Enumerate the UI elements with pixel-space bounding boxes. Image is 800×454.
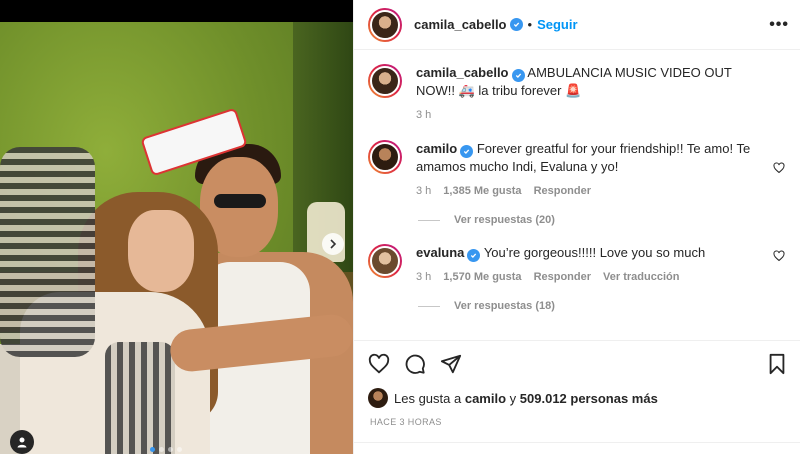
carousel-next-button[interactable] xyxy=(322,233,344,255)
comment-icon[interactable] xyxy=(404,353,426,375)
avatar[interactable] xyxy=(368,64,402,98)
liker-avatar[interactable] xyxy=(368,388,388,408)
carousel-dot xyxy=(159,447,164,452)
comments-list[interactable]: camila_cabello AMBULANCIA MUSIC VIDEO OU… xyxy=(354,50,800,338)
likes-conj: y xyxy=(509,390,517,406)
caption-time[interactable]: 3 h xyxy=(416,106,431,124)
caption-username[interactable]: camila_cabello xyxy=(416,65,509,80)
comment-text: You’re gorgeous!!!!! Love you so much xyxy=(483,245,706,260)
dot-separator: • xyxy=(527,17,533,32)
author-username[interactable]: camila_cabello xyxy=(414,17,507,32)
avatar[interactable] xyxy=(368,244,402,278)
share-icon[interactable] xyxy=(440,353,462,375)
comment-time[interactable]: 3 h xyxy=(416,182,431,200)
author-avatar[interactable] xyxy=(368,7,402,42)
post-media[interactable] xyxy=(0,0,353,454)
add-comment-area[interactable] xyxy=(354,442,800,454)
comment-username[interactable]: camilo xyxy=(416,141,457,156)
comment-likes[interactable]: 1,385 Me gusta xyxy=(443,182,521,200)
user-tag-button[interactable] xyxy=(10,430,34,454)
comment-time[interactable]: 3 h xyxy=(416,268,431,286)
media-top-bar xyxy=(0,0,353,22)
carousel-dot xyxy=(168,447,173,452)
view-replies-button[interactable]: Ver respuestas (20) xyxy=(418,214,787,226)
likes-count[interactable]: 509.012 personas más xyxy=(520,391,658,406)
likes-prefix: Les gusta a xyxy=(394,390,462,406)
post-sidebar: camila_cabello • Seguir ••• camila_cabel… xyxy=(353,0,800,454)
heart-icon[interactable] xyxy=(773,250,785,262)
chevron-right-icon xyxy=(330,239,337,249)
bookmark-icon[interactable] xyxy=(767,353,787,375)
heart-icon[interactable] xyxy=(368,353,390,375)
follow-button[interactable]: Seguir xyxy=(537,17,577,32)
likes-summary: Les gusta a camilo y 509.012 personas má… xyxy=(368,388,658,408)
verified-icon xyxy=(460,145,474,158)
reply-button[interactable]: Responder xyxy=(534,182,591,200)
user-tag-icon xyxy=(17,437,27,448)
post-actions xyxy=(354,340,800,386)
reply-button[interactable]: Responder xyxy=(534,268,591,286)
more-icon[interactable]: ••• xyxy=(769,16,789,34)
post-header: camila_cabello • Seguir ••• xyxy=(354,0,800,50)
view-replies-label: Ver respuestas (20) xyxy=(454,214,555,226)
post-photo[interactable] xyxy=(0,22,353,454)
heart-icon[interactable] xyxy=(773,162,785,174)
post-time[interactable]: HACE 3 HORAS xyxy=(370,417,442,427)
comment-username[interactable]: evaluna xyxy=(416,245,464,260)
translate-button[interactable]: Ver traducción xyxy=(603,268,679,286)
view-replies-button[interactable]: Ver respuestas (18) xyxy=(418,300,787,312)
carousel-dot xyxy=(150,447,155,452)
liker-username[interactable]: camilo xyxy=(465,391,506,406)
comment: evaluna You’re gorgeous!!!!! Love you so… xyxy=(368,244,787,286)
view-replies-label: Ver respuestas (18) xyxy=(454,300,555,312)
comment: camilo Forever greatful for your friends… xyxy=(368,140,787,200)
verified-icon xyxy=(511,69,525,82)
avatar[interactable] xyxy=(368,140,402,174)
verified-icon xyxy=(467,249,481,262)
carousel-indicator xyxy=(150,447,182,452)
carousel-dot xyxy=(177,447,182,452)
comment-likes[interactable]: 1,570 Me gusta xyxy=(443,268,521,286)
verified-icon xyxy=(509,18,523,31)
caption: camila_cabello AMBULANCIA MUSIC VIDEO OU… xyxy=(368,64,787,124)
